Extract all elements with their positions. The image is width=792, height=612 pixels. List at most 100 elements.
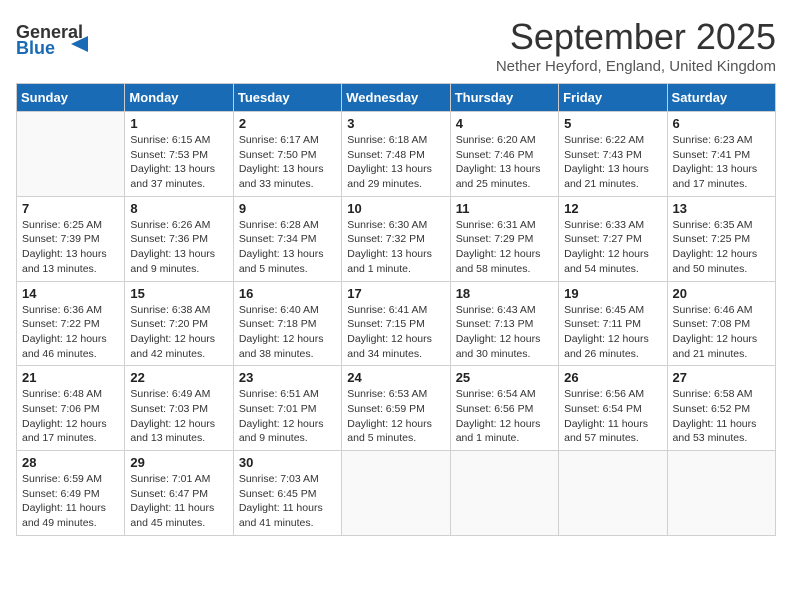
day-content: Sunrise: 6:31 AM Sunset: 7:29 PM Dayligh… <box>456 218 553 277</box>
day-content: Sunrise: 6:48 AM Sunset: 7:06 PM Dayligh… <box>22 387 119 446</box>
day-number: 26 <box>564 370 661 385</box>
day-content: Sunrise: 6:40 AM Sunset: 7:18 PM Dayligh… <box>239 303 336 362</box>
calendar-week-4: 21 Sunrise: 6:48 AM Sunset: 7:06 PM Dayli… <box>17 366 776 451</box>
day-content: Sunrise: 6:23 AM Sunset: 7:41 PM Dayligh… <box>673 133 770 192</box>
day-number: 8 <box>130 201 227 216</box>
day-number: 12 <box>564 201 661 216</box>
calendar-cell: 21 Sunrise: 6:48 AM Sunset: 7:06 PM Dayli… <box>17 366 125 451</box>
calendar-cell <box>559 451 667 536</box>
day-content: Sunrise: 6:35 AM Sunset: 7:25 PM Dayligh… <box>673 218 770 277</box>
calendar-cell: 28Sunrise: 6:59 AM Sunset: 6:49 PM Dayli… <box>17 451 125 536</box>
day-content: Sunrise: 6:33 AM Sunset: 7:27 PM Dayligh… <box>564 218 661 277</box>
day-number: 25 <box>456 370 553 385</box>
calendar-cell <box>17 112 125 197</box>
day-number: 6 <box>673 116 770 131</box>
title-block: September 2025 Nether Heyford, England, … <box>496 16 776 75</box>
day-content: Sunrise: 6:26 AM Sunset: 7:36 PM Dayligh… <box>130 218 227 277</box>
day-number: 29 <box>130 455 227 470</box>
calendar-header-row: SundayMondayTuesdayWednesdayThursdayFrid… <box>17 84 776 112</box>
calendar-cell: 3Sunrise: 6:18 AM Sunset: 7:48 PM Daylig… <box>342 112 450 197</box>
day-number: 13 <box>673 201 770 216</box>
calendar-week-2: 7 Sunrise: 6:25 AM Sunset: 7:39 PM Daylig… <box>17 196 776 281</box>
location: Nether Heyford, England, United Kingdom <box>496 58 776 75</box>
day-number: 17 <box>347 286 444 301</box>
page-header: General Blue September 2025 Nether Heyfo… <box>16 16 776 75</box>
day-number: 2 <box>239 116 336 131</box>
calendar-cell: 10 Sunrise: 6:30 AM Sunset: 7:32 PM Dayli… <box>342 196 450 281</box>
calendar-cell: 16 Sunrise: 6:40 AM Sunset: 7:18 PM Dayli… <box>233 281 341 366</box>
day-content: Sunrise: 6:30 AM Sunset: 7:32 PM Dayligh… <box>347 218 444 277</box>
day-content: Sunrise: 6:25 AM Sunset: 7:39 PM Dayligh… <box>22 218 119 277</box>
day-header-thursday: Thursday <box>450 84 558 112</box>
day-content: Sunrise: 7:01 AM Sunset: 6:47 PM Dayligh… <box>130 472 227 531</box>
calendar-cell <box>450 451 558 536</box>
calendar-table: SundayMondayTuesdayWednesdayThursdayFrid… <box>16 83 776 536</box>
day-content: Sunrise: 6:43 AM Sunset: 7:13 PM Dayligh… <box>456 303 553 362</box>
calendar-cell: 4Sunrise: 6:20 AM Sunset: 7:46 PM Daylig… <box>450 112 558 197</box>
day-header-wednesday: Wednesday <box>342 84 450 112</box>
day-number: 23 <box>239 370 336 385</box>
day-content: Sunrise: 6:41 AM Sunset: 7:15 PM Dayligh… <box>347 303 444 362</box>
calendar-cell: 26 Sunrise: 6:56 AM Sunset: 6:54 PM Dayli… <box>559 366 667 451</box>
day-number: 9 <box>239 201 336 216</box>
day-number: 21 <box>22 370 119 385</box>
calendar-cell: 20Sunrise: 6:46 AM Sunset: 7:08 PM Dayli… <box>667 281 775 366</box>
calendar-cell: 27Sunrise: 6:58 AM Sunset: 6:52 PM Dayli… <box>667 366 775 451</box>
day-number: 27 <box>673 370 770 385</box>
day-content: Sunrise: 6:53 AM Sunset: 6:59 PM Dayligh… <box>347 387 444 446</box>
day-number: 19 <box>564 286 661 301</box>
calendar-cell: 7 Sunrise: 6:25 AM Sunset: 7:39 PM Daylig… <box>17 196 125 281</box>
calendar-cell: 23 Sunrise: 6:51 AM Sunset: 7:01 PM Dayli… <box>233 366 341 451</box>
day-number: 28 <box>22 455 119 470</box>
day-number: 4 <box>456 116 553 131</box>
calendar-week-3: 14Sunrise: 6:36 AM Sunset: 7:22 PM Dayli… <box>17 281 776 366</box>
calendar-cell: 29 Sunrise: 7:01 AM Sunset: 6:47 PM Dayli… <box>125 451 233 536</box>
day-content: Sunrise: 6:54 AM Sunset: 6:56 PM Dayligh… <box>456 387 553 446</box>
day-number: 18 <box>456 286 553 301</box>
day-number: 1 <box>130 116 227 131</box>
calendar-cell: 19 Sunrise: 6:45 AM Sunset: 7:11 PM Dayli… <box>559 281 667 366</box>
calendar-week-5: 28Sunrise: 6:59 AM Sunset: 6:49 PM Dayli… <box>17 451 776 536</box>
day-number: 10 <box>347 201 444 216</box>
calendar-cell <box>342 451 450 536</box>
day-content: Sunrise: 6:45 AM Sunset: 7:11 PM Dayligh… <box>564 303 661 362</box>
calendar-week-1: 1 Sunrise: 6:15 AM Sunset: 7:53 PM Daylig… <box>17 112 776 197</box>
calendar-cell: 18 Sunrise: 6:43 AM Sunset: 7:13 PM Dayli… <box>450 281 558 366</box>
day-number: 16 <box>239 286 336 301</box>
day-content: Sunrise: 6:38 AM Sunset: 7:20 PM Dayligh… <box>130 303 227 362</box>
day-content: Sunrise: 6:49 AM Sunset: 7:03 PM Dayligh… <box>130 387 227 446</box>
day-header-monday: Monday <box>125 84 233 112</box>
calendar-cell: 15 Sunrise: 6:38 AM Sunset: 7:20 PM Dayli… <box>125 281 233 366</box>
day-number: 15 <box>130 286 227 301</box>
day-content: Sunrise: 6:46 AM Sunset: 7:08 PM Dayligh… <box>673 303 770 362</box>
day-content: Sunrise: 6:15 AM Sunset: 7:53 PM Dayligh… <box>130 133 227 192</box>
day-content: Sunrise: 6:17 AM Sunset: 7:50 PM Dayligh… <box>239 133 336 192</box>
calendar-cell: 30Sunrise: 7:03 AM Sunset: 6:45 PM Dayli… <box>233 451 341 536</box>
day-number: 5 <box>564 116 661 131</box>
day-number: 30 <box>239 455 336 470</box>
svg-text:Blue: Blue <box>16 38 55 56</box>
day-number: 24 <box>347 370 444 385</box>
calendar-cell: 5 Sunrise: 6:22 AM Sunset: 7:43 PM Daylig… <box>559 112 667 197</box>
calendar-cell: 9Sunrise: 6:28 AM Sunset: 7:34 PM Daylig… <box>233 196 341 281</box>
calendar-cell: 24 Sunrise: 6:53 AM Sunset: 6:59 PM Dayli… <box>342 366 450 451</box>
calendar-cell: 25 Sunrise: 6:54 AM Sunset: 6:56 PM Dayli… <box>450 366 558 451</box>
calendar-cell: 11 Sunrise: 6:31 AM Sunset: 7:29 PM Dayli… <box>450 196 558 281</box>
calendar-cell: 8 Sunrise: 6:26 AM Sunset: 7:36 PM Daylig… <box>125 196 233 281</box>
day-number: 11 <box>456 201 553 216</box>
day-header-saturday: Saturday <box>667 84 775 112</box>
calendar-cell: 2 Sunrise: 6:17 AM Sunset: 7:50 PM Daylig… <box>233 112 341 197</box>
calendar-cell: 22Sunrise: 6:49 AM Sunset: 7:03 PM Dayli… <box>125 366 233 451</box>
day-number: 3 <box>347 116 444 131</box>
calendar-cell <box>667 451 775 536</box>
day-header-sunday: Sunday <box>17 84 125 112</box>
day-content: Sunrise: 6:51 AM Sunset: 7:01 PM Dayligh… <box>239 387 336 446</box>
day-content: Sunrise: 6:56 AM Sunset: 6:54 PM Dayligh… <box>564 387 661 446</box>
calendar-cell: 14Sunrise: 6:36 AM Sunset: 7:22 PM Dayli… <box>17 281 125 366</box>
day-number: 7 <box>22 201 119 216</box>
day-content: Sunrise: 6:22 AM Sunset: 7:43 PM Dayligh… <box>564 133 661 192</box>
calendar-cell: 13 Sunrise: 6:35 AM Sunset: 7:25 PM Dayli… <box>667 196 775 281</box>
day-number: 14 <box>22 286 119 301</box>
day-header-friday: Friday <box>559 84 667 112</box>
calendar-cell: 6 Sunrise: 6:23 AM Sunset: 7:41 PM Daylig… <box>667 112 775 197</box>
